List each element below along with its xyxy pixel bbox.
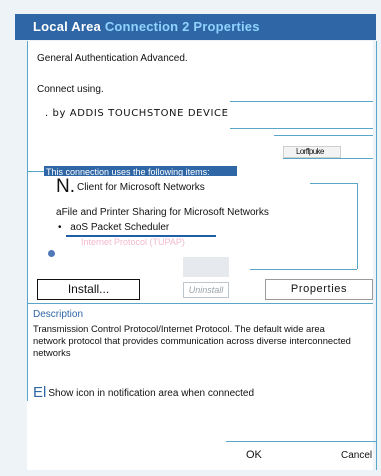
tabs-strip[interactable]: General Authentication Advanced. bbox=[37, 53, 188, 64]
protocol-icon bbox=[48, 250, 55, 257]
configure-button[interactable]: Lorffpuke bbox=[283, 146, 341, 158]
cancel-button[interactable]: Cancel bbox=[341, 450, 372, 461]
divider-line bbox=[27, 171, 44, 172]
ok-button[interactable]: OK bbox=[246, 449, 262, 461]
divider-line bbox=[283, 158, 373, 159]
item-label: aoS Packet Scheduler bbox=[70, 222, 170, 233]
bullet-icon: • bbox=[58, 222, 62, 233]
divider-line bbox=[357, 183, 358, 269]
properties-dialog: Local Area Connection 2 Properties Gener… bbox=[0, 0, 381, 476]
divider-line bbox=[274, 135, 373, 136]
divider-line bbox=[230, 128, 373, 129]
adapter-name-field: . by ADDIS TOUCHSTONE DEVICE bbox=[37, 105, 230, 123]
list-item[interactable]: N. Client for Microsoft Networks bbox=[56, 176, 205, 198]
properties-button[interactable]: Properties bbox=[265, 279, 373, 300]
install-button[interactable]: Install... bbox=[37, 279, 140, 300]
divider-line bbox=[230, 101, 373, 102]
title-accent-text: Connection 2 Properties bbox=[104, 19, 260, 34]
description-label: Description bbox=[33, 309, 84, 320]
list-item[interactable]: • aoS Packet Scheduler bbox=[58, 222, 169, 233]
disabled-area bbox=[183, 257, 229, 277]
divider-line bbox=[27, 303, 373, 304]
divider-line bbox=[376, 41, 377, 470]
item-label: Client for Microsoft Networks bbox=[77, 182, 205, 193]
divider-line bbox=[226, 441, 376, 442]
description-text: Transmission Control Protocol/Internet P… bbox=[33, 323, 351, 358]
connect-using-label: Connect using. bbox=[37, 84, 104, 95]
list-item[interactable]: aFile and Printer Sharing for Microsoft … bbox=[56, 207, 269, 218]
uninstall-button[interactable]: Uninstall bbox=[183, 282, 229, 298]
title-bar: Local Area Connection 2 Properties bbox=[15, 14, 376, 40]
item-icon: N. bbox=[56, 176, 75, 197]
checkbox-icon[interactable]: El bbox=[33, 384, 46, 401]
divider-line bbox=[27, 41, 28, 401]
notification-label: Show icon in notification area when conn… bbox=[48, 388, 255, 399]
list-item[interactable]: Internet Protocol (TUPAP) bbox=[81, 237, 185, 247]
divider-line bbox=[250, 269, 357, 270]
notification-checkbox[interactable]: El Show icon in notification area when co… bbox=[33, 384, 254, 401]
title-text: Local Area bbox=[33, 19, 105, 34]
item-label: File and Printer Sharing for Microsoft N… bbox=[61, 207, 269, 218]
item-label: Internet Protocol (TUPAP) bbox=[81, 237, 185, 247]
